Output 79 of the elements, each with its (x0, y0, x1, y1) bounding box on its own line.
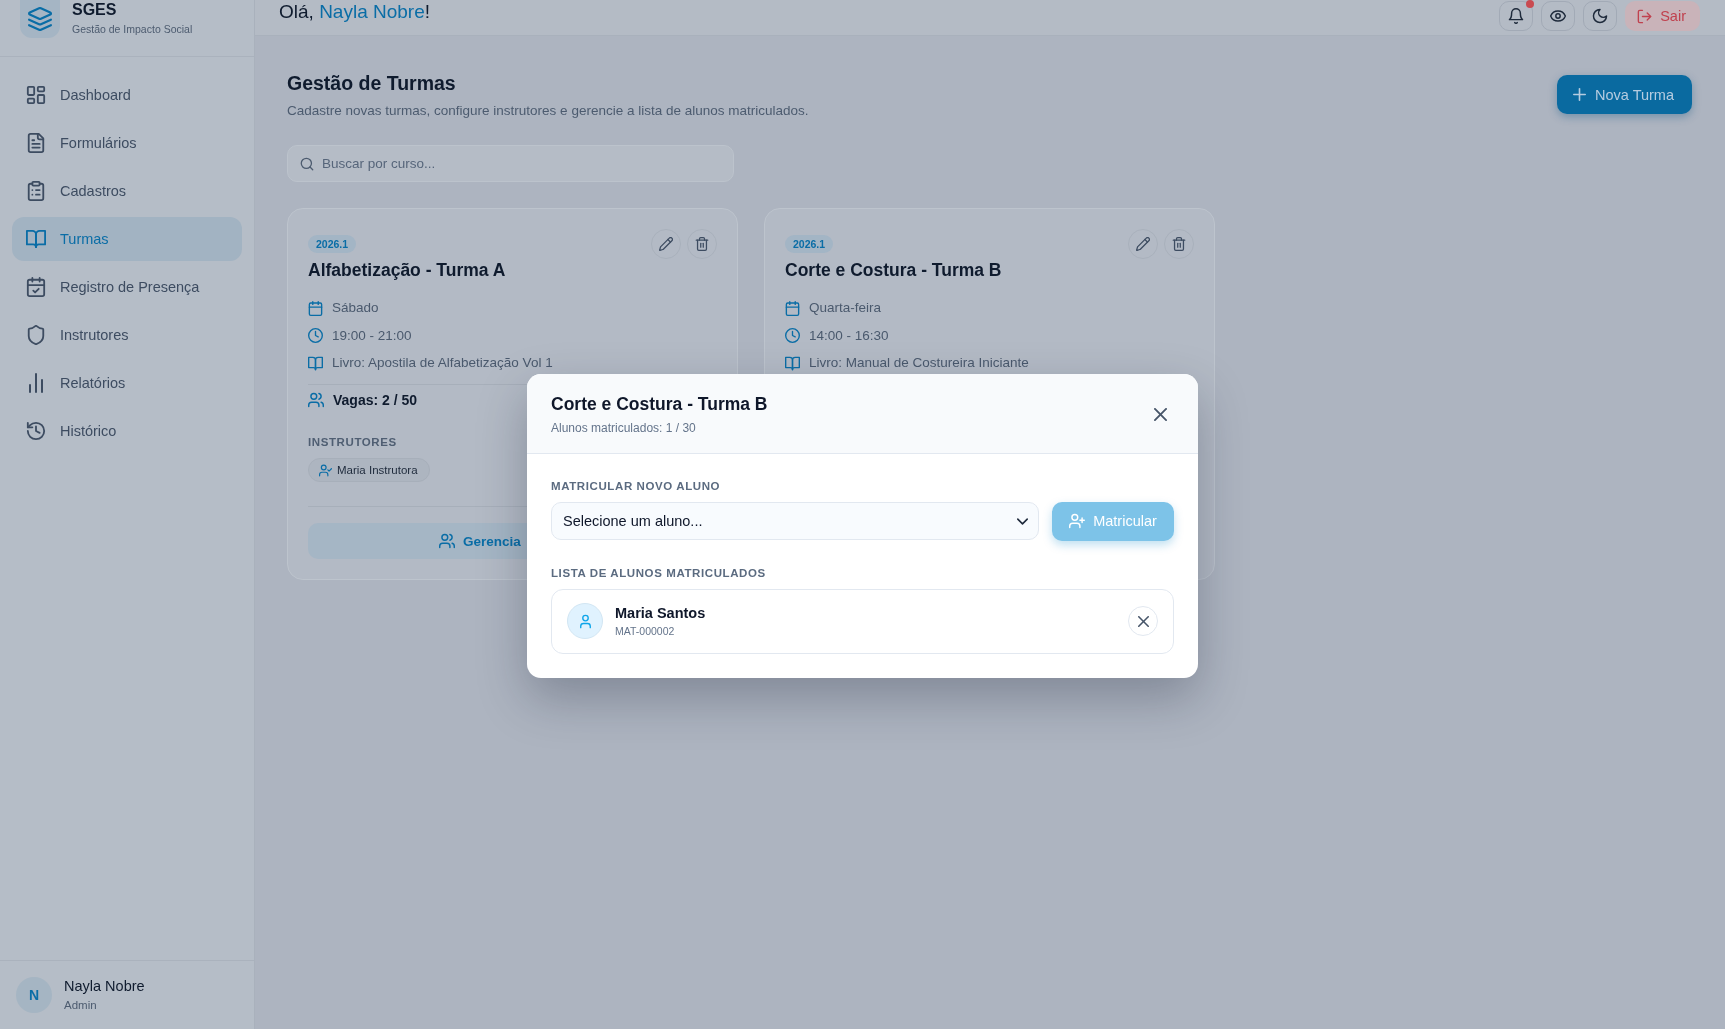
modal-title: Corte e Costura - Turma B (551, 392, 768, 416)
pencil-icon (659, 237, 673, 251)
calendar-icon (785, 300, 800, 316)
app-tagline: Gestão de Impacto Social (72, 22, 193, 37)
visibility-button[interactable] (1541, 1, 1576, 31)
shield-icon (26, 325, 46, 345)
grid-icon (26, 85, 46, 105)
new-class-button[interactable]: Nova Turma (1557, 75, 1692, 114)
page-title: Gestão de Turmas (287, 71, 456, 96)
clipboard-icon (26, 181, 46, 201)
calendar-icon (308, 300, 323, 316)
instructor-chip: Maria Instrutora (308, 458, 430, 482)
search-field[interactable]: Buscar por curso... (287, 145, 734, 182)
logout-icon (1637, 8, 1653, 24)
chevron-down-icon (1017, 517, 1028, 525)
nav-item[interactable]: Relatórios (12, 361, 242, 405)
moon-icon (1592, 8, 1609, 24)
student-select[interactable]: Selecione um aluno... (551, 502, 1039, 540)
section-label: MATRICULAR NOVO ALUNO (551, 478, 721, 494)
book-icon (785, 355, 800, 371)
nav-item[interactable]: Registro de Presença (12, 265, 242, 309)
nav-item[interactable]: Turmas (12, 217, 242, 261)
period-badge: 2026.1 (785, 235, 834, 253)
nav-item[interactable]: Dashboard (12, 73, 242, 117)
app-name: SGES (72, 1, 117, 19)
bar-chart-icon (26, 373, 46, 393)
close-icon (1137, 615, 1149, 627)
nav-item[interactable]: Formulários (12, 121, 242, 165)
nav-item[interactable]: Histórico (12, 409, 242, 453)
class-book: Livro: Manual de Costureira Iniciante (809, 354, 1029, 372)
nav-item[interactable]: Cadastros (12, 169, 242, 213)
section-label: LISTA DE ALUNOS MATRICULADOS (551, 565, 766, 581)
user-name: Nayla Nobre (64, 977, 145, 995)
remove-button[interactable] (1128, 606, 1158, 636)
class-day: Sábado (332, 298, 379, 318)
user-role: Admin (64, 998, 98, 1013)
book-icon (308, 355, 323, 371)
delete-button[interactable] (1164, 229, 1194, 259)
users-icon (439, 533, 455, 549)
trash-icon (695, 237, 709, 251)
class-title: Alfabetização - Turma A (308, 259, 506, 281)
calendar-check-icon (26, 277, 46, 297)
notifications-button[interactable] (1499, 1, 1534, 31)
vacancies-text: Vagas: 2 / 50 (333, 391, 418, 410)
bell-icon (1508, 8, 1525, 24)
eye-icon (1550, 8, 1567, 24)
delete-button[interactable] (687, 229, 717, 259)
document-icon (26, 133, 46, 153)
clock-icon (785, 328, 800, 343)
nav-item[interactable]: Instrutores (12, 313, 242, 357)
section-label: INSTRUTORES (308, 435, 397, 450)
user-avatar: N (16, 977, 52, 1013)
page-subtitle: Cadastre novas turmas, configure instrutores e gerencie a lista de alunos matriculados. (287, 102, 809, 120)
class-book: Livro: Apostila de Alfabetização Vol 1 (332, 354, 553, 372)
edit-button[interactable] (1128, 229, 1158, 259)
user-check-icon (319, 463, 332, 477)
class-time: 19:00 - 21:00 (332, 326, 412, 345)
clock-icon (308, 328, 323, 343)
avatar-icon (567, 603, 603, 639)
book-icon (26, 229, 46, 249)
logout-button[interactable]: Sair (1625, 1, 1700, 31)
dark-mode-button[interactable] (1583, 1, 1618, 31)
pencil-icon (1136, 237, 1150, 251)
period-badge: 2026.1 (308, 235, 357, 253)
class-day: Quarta-feira (809, 298, 882, 318)
search-icon (300, 156, 314, 171)
student-id: MAT-000002 (615, 624, 676, 638)
trash-icon (1172, 237, 1186, 251)
class-title: Corte e Costura - Turma B (785, 259, 1002, 281)
close-icon (1153, 407, 1167, 421)
user-plus-icon (1069, 513, 1086, 529)
history-icon (26, 421, 46, 441)
users-icon (308, 392, 324, 408)
class-time: 14:00 - 16:30 (809, 326, 889, 345)
plus-icon (1573, 88, 1586, 101)
greeting-text: Olá, Nayla Nobre! (279, 0, 430, 24)
student-name: Maria Santos (615, 604, 706, 622)
modal-subtitle: Alunos matriculados: 1 / 30 (551, 419, 696, 437)
edit-button[interactable] (651, 229, 681, 259)
